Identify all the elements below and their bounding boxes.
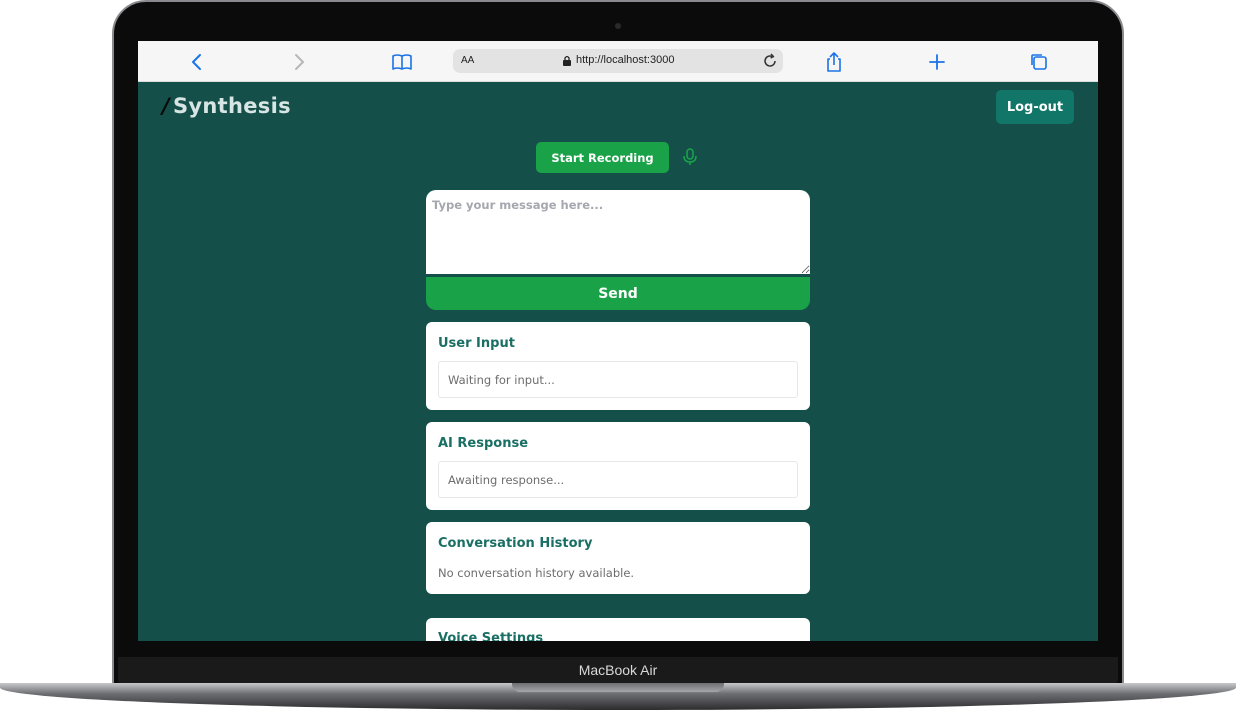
- address-bar[interactable]: AA http://localhost:3000: [453, 49, 783, 73]
- conversation-history-title: Conversation History: [438, 536, 593, 551]
- send-button[interactable]: Send: [426, 277, 810, 310]
- user-input-box: Waiting for input...: [438, 361, 798, 398]
- message-input[interactable]: [426, 190, 810, 274]
- ai-response-title: AI Response: [438, 436, 529, 451]
- bookmarks-book-icon[interactable]: [391, 51, 413, 73]
- back-chevron-icon[interactable]: [186, 51, 208, 73]
- url-text: http://localhost:3000: [576, 54, 675, 66]
- voice-settings-card: Voice Settings: [426, 618, 810, 641]
- new-tab-plus-icon[interactable]: [926, 51, 948, 73]
- ai-response-card: AI Response Awaiting response...: [426, 422, 810, 510]
- lock-icon: [563, 55, 571, 66]
- ai-response-value: Awaiting response...: [448, 473, 565, 487]
- user-input-title: User Input: [438, 336, 515, 351]
- conversation-history-empty: No conversation history available.: [438, 566, 635, 580]
- app-page: /Synthesis Log-out Start Recording Send …: [138, 82, 1098, 641]
- user-input-value: Waiting for input...: [448, 373, 555, 387]
- microphone-icon[interactable]: [682, 148, 698, 166]
- brand-logo[interactable]: / Synthesis: [162, 94, 291, 118]
- share-icon[interactable]: [823, 51, 845, 73]
- forward-chevron-icon[interactable]: [288, 51, 310, 73]
- brand-slash: /: [162, 94, 170, 118]
- user-input-card: User Input Waiting for input...: [426, 322, 810, 410]
- logout-button[interactable]: Log-out: [996, 90, 1074, 124]
- start-recording-button[interactable]: Start Recording: [536, 142, 669, 173]
- text-size-button[interactable]: AA: [461, 55, 474, 66]
- reload-icon[interactable]: [762, 53, 778, 69]
- camera: [615, 23, 621, 29]
- screen: AA http://localhost:3000 /Synthesis Log-…: [138, 41, 1098, 641]
- laptop-chin: MacBook Air: [118, 657, 1118, 685]
- laptop-notch: [512, 683, 724, 692]
- browser-toolbar: AA http://localhost:3000: [138, 41, 1098, 82]
- tabs-overview-icon[interactable]: [1028, 51, 1050, 73]
- device-label: MacBook Air: [578, 662, 658, 678]
- conversation-history-card: Conversation History No conversation his…: [426, 522, 810, 594]
- voice-settings-title: Voice Settings: [438, 631, 544, 641]
- ai-response-box: Awaiting response...: [438, 461, 798, 498]
- brand-name: Synthesis: [172, 94, 291, 118]
